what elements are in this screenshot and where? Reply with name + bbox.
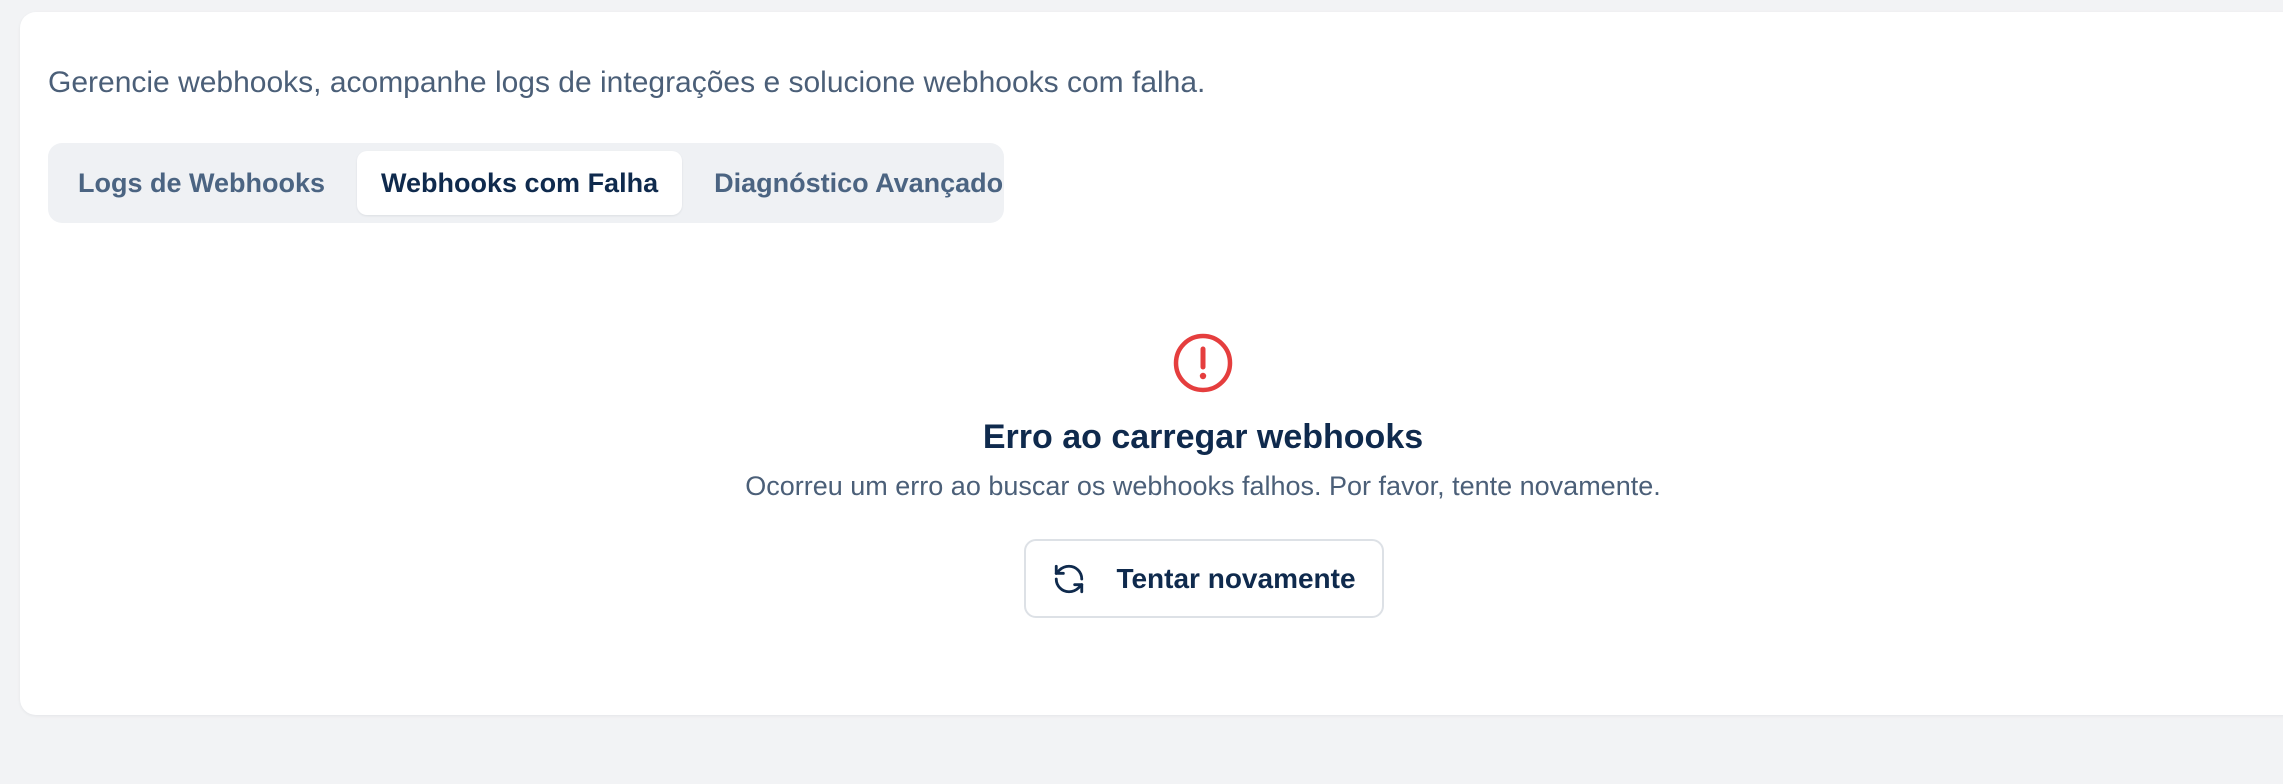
- tab-diagnostico-avancado[interactable]: Diagnóstico Avançado: [690, 151, 1027, 215]
- tab-logs-webhooks[interactable]: Logs de Webhooks: [54, 151, 349, 215]
- retry-button[interactable]: Tentar novamente: [1024, 539, 1384, 618]
- error-message: Ocorreu um erro ao buscar os webhooks fa…: [745, 471, 1661, 501]
- page-description: Gerencie webhooks, acompanhe logs de int…: [48, 66, 1206, 99]
- error-title: Erro ao carregar webhooks: [982, 418, 1424, 456]
- retry-button-label: Tentar novamente: [1116, 562, 1356, 594]
- tab-webhooks-com-falha[interactable]: Webhooks com Falha: [357, 151, 683, 215]
- alert-circle-icon: [1173, 333, 1233, 393]
- refresh-icon: [1055, 564, 1084, 593]
- tab-bar: Logs de Webhooks Webhooks com Falha Diag…: [48, 143, 1004, 223]
